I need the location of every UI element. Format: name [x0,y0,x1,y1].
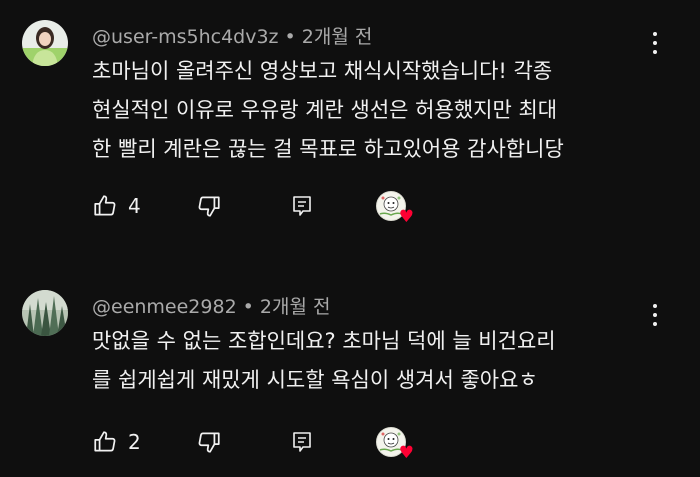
creator-heart-badge: ♥ [376,188,414,226]
thumbs-down-icon [198,196,220,217]
like-button[interactable]: 4 [92,188,141,224]
thumbs-up-icon [94,431,116,452]
thumbs-down-icon [198,432,220,453]
comment-text-line: 현실적인 이유로 우유랑 계란 생선은 허용했지만 최대 [92,98,558,122]
comment-time[interactable]: 2개월 전 [260,296,331,318]
comment-text-line: 맛없을 수 없는 조합인데요? 초마님 덕에 늘 비건요리 [92,329,556,353]
author-name[interactable]: @eenmee2982 [92,296,237,318]
comment-text: 맛없을 수 없는 조합인데요? 초마님 덕에 늘 비건요리 를 쉽게쉽게 재밌게… [92,322,672,400]
creator-avatar: ♥ [376,191,414,226]
comment-text-line: 한 빨리 계란은 끊는 걸 목표로 하고있어용 감사합니당 [92,137,564,161]
thumbs-up-icon [94,195,116,216]
heart-icon: ♥ [398,207,414,227]
like-count: 4 [128,194,141,218]
creator-avatar: ♥ [376,427,414,462]
like-count: 2 [128,430,141,454]
dislike-button[interactable] [196,188,222,224]
reply-icon [293,196,311,216]
comment-time[interactable]: 2개월 전 [302,26,373,48]
comment-item: @eenmee2982 • 2개월 전 맛없을 수 없는 조합인데요? 초마님 덕에… [0,280,700,477]
comment-header: @eenmee2982 • 2개월 전 [92,292,330,319]
comment-actions: 4 ♥ [92,188,432,226]
author-avatar[interactable] [22,20,68,66]
comment-text-line: 초마님이 올려주신 영상보고 채식시작했습니다! 각종 [92,59,553,83]
comment-text: 초마님이 올려주신 영상보고 채식시작했습니다! 각종 현실적인 이유로 우유랑… [92,52,672,169]
more-actions-icon[interactable] [645,300,665,330]
heart-icon: ♥ [398,443,414,463]
comment-header: @user-ms5hc4dv3z • 2개월 전 [92,22,372,49]
more-actions-icon[interactable] [645,28,665,58]
reply-icon [293,432,311,452]
dislike-button[interactable] [196,424,222,460]
reply-button[interactable] [290,188,314,224]
comment-item: @user-ms5hc4dv3z • 2개월 전 초마님이 올려주신 영상보고 채식… [0,0,700,250]
reply-button[interactable] [290,424,314,460]
author-name[interactable]: @user-ms5hc4dv3z [92,26,279,48]
comment-actions: 2 ♥ [92,424,432,462]
author-avatar[interactable] [22,290,68,336]
comment-text-line: 를 쉽게쉽게 재밌게 시도할 욕심이 생겨서 좋아요ㅎ [92,368,538,392]
creator-heart-badge: ♥ [376,424,414,462]
header-separator: • [284,26,296,48]
like-button[interactable]: 2 [92,424,141,460]
header-separator: • [242,296,254,318]
